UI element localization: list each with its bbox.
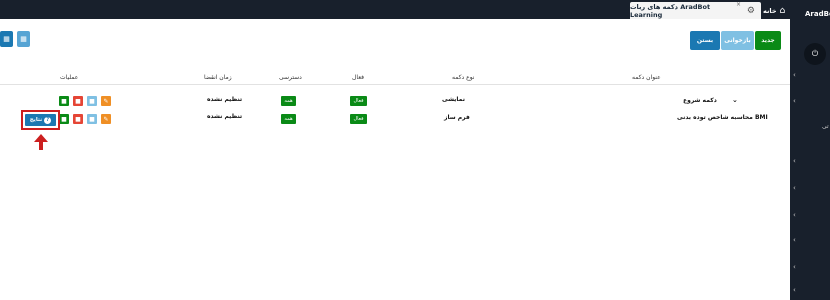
status-badge: فعال — [350, 114, 367, 124]
chevron-left-icon[interactable]: ‹ — [793, 157, 796, 165]
row-type: نمایشی — [442, 96, 465, 103]
column-header-type: نوع دکمه — [452, 74, 475, 81]
column-header-access: دسترسی — [279, 74, 302, 81]
tab-close-icon[interactable]: × — [736, 1, 741, 8]
access-badge: همه — [281, 96, 296, 106]
list-view-icon[interactable]: ▦ — [17, 31, 30, 47]
column-header-operations: عملیات — [60, 74, 79, 81]
copy-icon[interactable]: ■ — [59, 114, 69, 124]
info-icon[interactable]: ■ — [87, 114, 97, 124]
brand-title: AradBot — [805, 10, 830, 18]
chevron-left-icon[interactable]: ‹ — [793, 184, 796, 192]
chevron-left-icon[interactable]: ‹ — [793, 71, 796, 79]
chevron-left-icon[interactable]: ‹ — [793, 236, 796, 244]
column-header-title: عنوان دکمه — [632, 74, 661, 81]
bot-icon: ⚙ — [746, 5, 755, 16]
column-header-expiry: زمان انقضا — [204, 74, 232, 81]
tab-bot-buttons[interactable]: دکمه های ربات AradBot Learning ⚙ — [630, 2, 761, 19]
close-button[interactable]: بستن — [690, 31, 720, 50]
results-button-label: نتایج — [29, 117, 43, 123]
chevron-left-icon[interactable]: ‹ — [793, 263, 796, 271]
tab-home-label: خانه — [763, 6, 777, 15]
chevron-left-icon[interactable]: ‹ — [793, 286, 796, 294]
sidebar: ⏻ ‹ ‹ تی ‹ ‹ ‹ ‹ ‹ ‹ — [790, 19, 830, 300]
tab-home[interactable]: خانه ⌂ — [763, 2, 785, 19]
chevron-left-icon[interactable]: ‹ — [793, 211, 796, 219]
sidebar-item-label[interactable]: تی — [822, 123, 829, 130]
column-header-active: فعال — [352, 74, 364, 81]
grid-view-icon[interactable]: ▦ — [0, 31, 13, 47]
edit-icon[interactable]: ✎ — [101, 114, 111, 124]
row-title: دکمه شروع — [683, 97, 717, 104]
chevron-left-icon[interactable]: ‹ — [793, 97, 796, 105]
row-expiry: تنظیم نشده — [207, 96, 243, 103]
row-title: محاسبه شاخص توده بدنی BMI — [677, 114, 768, 121]
delete-icon[interactable]: ■ — [73, 114, 83, 124]
edit-icon[interactable]: ✎ — [101, 96, 111, 106]
delete-icon[interactable]: ■ — [73, 96, 83, 106]
results-highlight-box: نتایج ? — [21, 110, 60, 130]
access-badge: همه — [281, 114, 296, 124]
tab-bot-buttons-label: دکمه های ربات AradBot Learning — [630, 2, 711, 19]
row-expiry: تنظیم نشده — [207, 113, 243, 120]
row-expand-chevron-icon[interactable]: ⌄ — [732, 96, 738, 104]
question-icon: ? — [44, 116, 52, 124]
header-divider — [0, 84, 790, 85]
arrow-up-icon — [34, 134, 48, 150]
power-icon[interactable]: ⏻ — [804, 43, 826, 65]
row-type: فرم ساز — [444, 114, 470, 121]
status-badge: فعال — [350, 96, 367, 106]
reload-button[interactable]: بازخوانی — [721, 31, 754, 50]
top-bar: دکمه های ربات AradBot Learning ⚙ × خانه … — [0, 0, 830, 19]
home-icon: ⌂ — [779, 5, 786, 16]
copy-icon[interactable]: ■ — [59, 96, 69, 106]
new-button[interactable]: جدید — [755, 31, 781, 50]
info-icon[interactable]: ■ — [87, 96, 97, 106]
results-button[interactable]: نتایج ? — [25, 114, 56, 126]
